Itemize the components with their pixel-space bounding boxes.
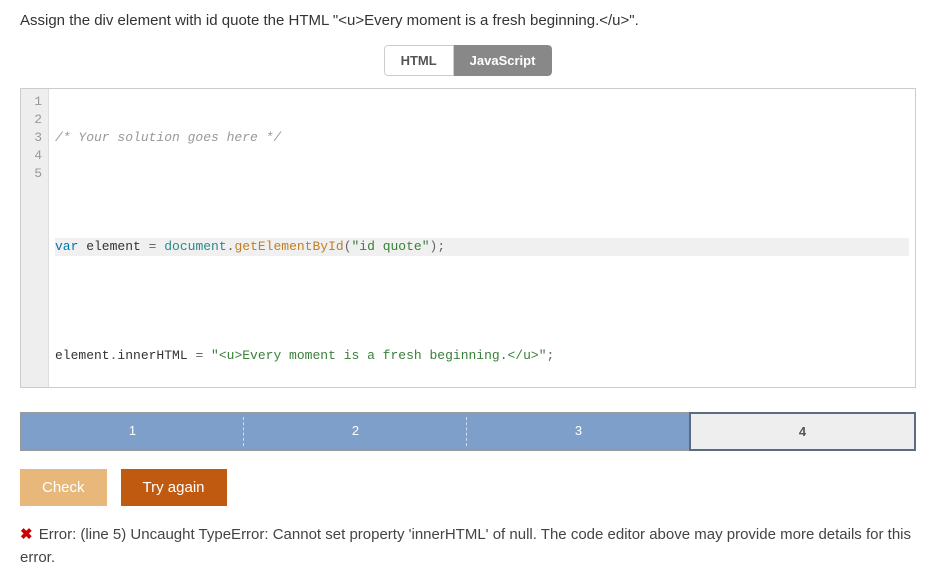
token-punct: (: [344, 239, 352, 254]
token-punct: ;: [547, 348, 555, 363]
tab-javascript[interactable]: JavaScript: [454, 45, 553, 76]
comment-text: /* Your solution goes here */: [55, 130, 281, 145]
code-line: [55, 293, 909, 311]
token-punct: =: [195, 348, 211, 363]
line-number: 1: [29, 93, 42, 111]
token-punct: =: [149, 239, 165, 254]
token-ident: innerHTML: [117, 348, 195, 363]
code-line: var element = document.getElementById("i…: [55, 238, 909, 256]
token-ident: element: [55, 348, 110, 363]
error-x-icon: ✖: [20, 526, 33, 543]
token-punct: );: [430, 239, 446, 254]
error-text: Error: (line 5) Uncaught TypeError: Cann…: [20, 526, 911, 566]
code-line: /* Your solution goes here */: [55, 129, 909, 147]
code-line: [55, 184, 909, 202]
token-string: "id quote": [352, 239, 430, 254]
code-editor[interactable]: 1 2 3 4 5 /* Your solution goes here */ …: [20, 88, 916, 388]
instruction-text: Assign the div element with id quote the…: [20, 12, 916, 29]
line-number: 5: [29, 165, 42, 183]
token-object: document: [164, 239, 226, 254]
step-3[interactable]: 3: [467, 413, 690, 450]
tab-html[interactable]: HTML: [384, 45, 454, 76]
check-button[interactable]: Check: [20, 469, 107, 506]
line-number: 4: [29, 147, 42, 165]
code-line: element.innerHTML = "<u>Every moment is …: [55, 347, 909, 365]
try-again-button[interactable]: Try again: [121, 469, 227, 506]
line-number: 3: [29, 129, 42, 147]
token-string: "<u>Every moment is a fresh beginning.</…: [211, 348, 546, 363]
step-4[interactable]: 4: [689, 412, 916, 451]
error-message: ✖ Error: (line 5) Uncaught TypeError: Ca…: [20, 524, 916, 569]
token-method: getElementById: [234, 239, 343, 254]
line-number: 2: [29, 111, 42, 129]
token-keyword: var: [55, 239, 78, 254]
step-2[interactable]: 2: [244, 413, 467, 450]
token-ident: element: [78, 239, 148, 254]
code-area[interactable]: /* Your solution goes here */ var elemen…: [49, 89, 915, 387]
tab-group: HTML JavaScript: [384, 45, 553, 76]
step-1[interactable]: 1: [21, 413, 244, 450]
tab-container: HTML JavaScript: [20, 45, 916, 76]
line-gutter: 1 2 3 4 5: [21, 89, 49, 387]
step-nav: 1 2 3 4: [20, 412, 916, 451]
button-row: Check Try again: [20, 469, 916, 506]
